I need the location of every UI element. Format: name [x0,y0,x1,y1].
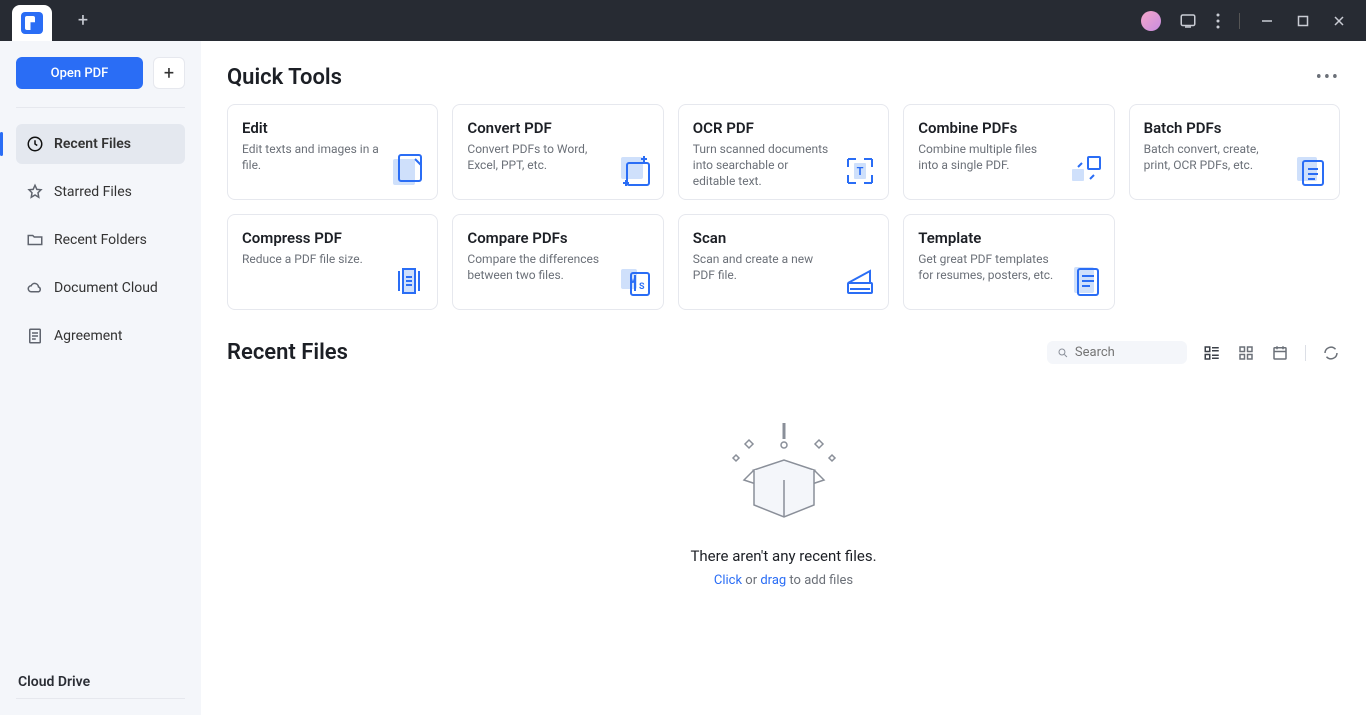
sidebar-divider [16,107,185,108]
search-icon [1057,346,1069,360]
combine-icon [1068,153,1104,189]
tool-card-convert-pdf[interactable]: Convert PDF Convert PDFs to Word, Excel, … [452,104,663,200]
svg-text:T: T [857,165,864,178]
tool-desc: Edit texts and images in a file. [242,141,382,173]
recent-files-title: Recent Files [227,340,348,365]
app-logo-icon [21,12,43,34]
tool-title: Compare PDFs [467,229,648,247]
quick-tools-title: Quick Tools [227,65,342,90]
search-input[interactable] [1075,345,1177,360]
tool-desc: Convert PDFs to Word, Excel, PPT, etc. [467,141,607,173]
view-calendar-button[interactable] [1271,344,1289,362]
folder-icon [26,231,44,249]
tool-title: Edit [242,119,423,137]
minimize-button[interactable] [1258,15,1276,27]
tool-title: Convert PDF [467,119,648,137]
view-grid-button[interactable] [1237,344,1255,362]
maximize-button[interactable] [1294,15,1312,27]
tool-desc: Reduce a PDF file size. [242,251,382,267]
tool-card-compress-pdf[interactable]: Compress PDF Reduce a PDF file size. [227,214,438,310]
compress-icon [391,263,427,299]
refresh-button[interactable] [1322,344,1340,362]
create-pdf-button[interactable]: + [153,57,185,89]
tool-desc: Scan and create a new PDF file. [693,251,833,283]
empty-state: There aren't any recent files. Click or … [227,415,1340,588]
template-icon [1068,263,1104,299]
cloud-drive-header[interactable]: Cloud Drive [16,666,185,699]
empty-click-link[interactable]: Click [714,573,742,588]
sidebar-item-label: Starred Files [54,184,132,200]
quick-tools-more-button[interactable]: ••• [1316,67,1340,88]
menu-icon[interactable] [1215,12,1221,30]
empty-box-icon [724,415,844,525]
tool-card-scan[interactable]: Scan Scan and create a new PDF file. [678,214,889,310]
cloud-icon [26,279,44,297]
tool-title: Template [918,229,1099,247]
compare-icon: VS [617,263,653,299]
edit-icon [391,153,427,189]
sidebar-item-starred-files[interactable]: Starred Files [16,172,185,212]
sidebar-item-agreement[interactable]: Agreement [16,316,185,356]
close-button[interactable] [1330,15,1348,27]
app-tab[interactable] [12,5,52,41]
tool-desc: Batch convert, create, print, OCR PDFs, … [1144,141,1284,173]
empty-title: There aren't any recent files. [227,547,1340,565]
quick-tools-grid: Edit Edit texts and images in a file. Conv… [227,104,1340,310]
scan-icon [842,263,878,299]
tool-card-edit[interactable]: Edit Edit texts and images in a file. [227,104,438,200]
tool-card-combine-pdfs[interactable]: Combine PDFs Combine multiple files into … [903,104,1114,200]
clock-icon [26,135,44,153]
open-pdf-button[interactable]: Open PDF [16,57,143,89]
tool-desc: Turn scanned documents into searchable o… [693,141,833,190]
tool-title: Scan [693,229,874,247]
sidebar-item-label: Recent Folders [54,232,147,248]
tool-card-template[interactable]: Template Get great PDF templates for resu… [903,214,1114,310]
tool-title: Combine PDFs [918,119,1099,137]
tool-desc: Compare the differences between two file… [467,251,607,283]
view-list-button[interactable] [1203,344,1221,362]
tool-title: Batch PDFs [1144,119,1325,137]
sidebar-item-label: Agreement [54,328,122,344]
agreement-icon [26,327,44,345]
avatar[interactable] [1141,11,1161,31]
tool-title: OCR PDF [693,119,874,137]
sidebar-item-document-cloud[interactable]: Document Cloud [16,268,185,308]
sidebar-item-label: Recent Files [54,136,131,152]
titlebar: + [0,0,1366,41]
empty-subtitle: Click or drag to add files [227,573,1340,588]
tool-card-compare-pdfs[interactable]: Compare PDFs Compare the differences betw… [452,214,663,310]
batch-icon [1293,153,1329,189]
recent-tools-divider [1305,345,1306,361]
sidebar-item-recent-files[interactable]: Recent Files [16,124,185,164]
tool-card-ocr-pdf[interactable]: OCR PDF Turn scanned documents into searc… [678,104,889,200]
sidebar-item-recent-folders[interactable]: Recent Folders [16,220,185,260]
ocr-icon: T [842,153,878,189]
feedback-icon[interactable] [1179,12,1197,30]
main-content: Quick Tools ••• Edit Edit texts and image… [201,41,1366,715]
titlebar-divider [1239,13,1240,29]
convert-icon [617,153,653,189]
tool-card-batch-pdfs[interactable]: Batch PDFs Batch convert, create, print, … [1129,104,1340,200]
tool-desc: Get great PDF templates for resumes, pos… [918,251,1058,283]
tool-desc: Combine multiple files into a single PDF… [918,141,1058,173]
svg-text:S: S [639,282,645,292]
search-box[interactable] [1047,341,1187,364]
sidebar-item-label: Document Cloud [54,280,158,296]
new-tab-button[interactable]: + [70,10,96,31]
sidebar: Open PDF + Recent Files Starred Files Re… [0,41,201,715]
empty-drag-link[interactable]: drag [760,573,786,588]
star-icon [26,183,44,201]
tool-title: Compress PDF [242,229,423,247]
